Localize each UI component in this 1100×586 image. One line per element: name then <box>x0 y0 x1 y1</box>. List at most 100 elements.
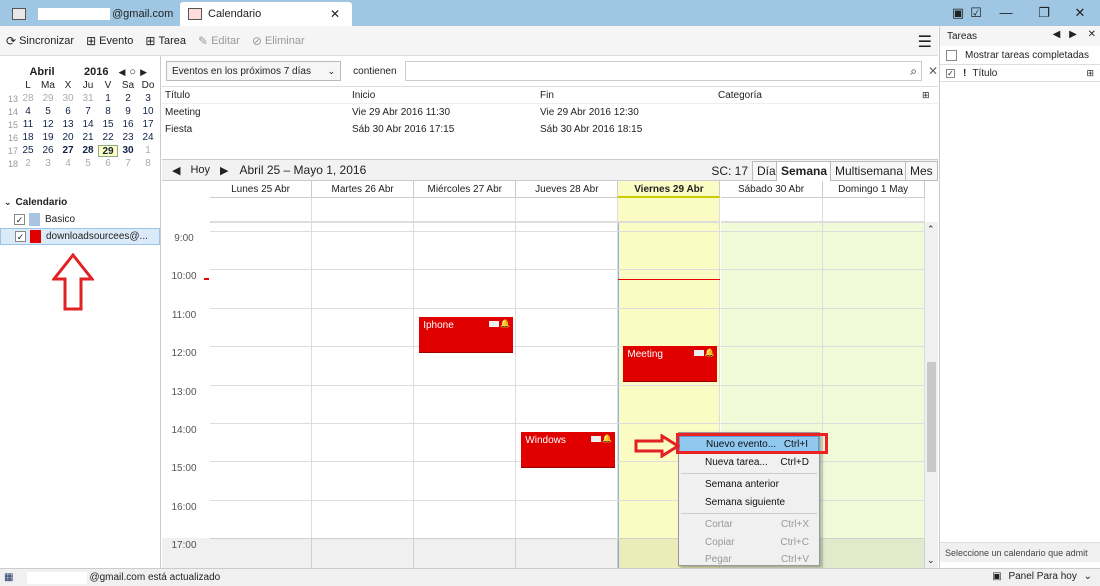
mini-calendar-day[interactable]: 6 <box>98 158 118 170</box>
new-event-button[interactable]: ⊞ Evento <box>86 34 133 48</box>
column-picker-icon[interactable]: ⊞ <box>1086 68 1094 79</box>
day-column[interactable] <box>414 223 517 568</box>
mini-calendar-day[interactable]: 7 <box>78 106 98 118</box>
mini-calendar-day[interactable]: 30 <box>118 145 138 157</box>
tab-multiweek[interactable]: Multisemana <box>830 161 909 181</box>
mini-calendar-day[interactable]: 27 <box>58 145 78 157</box>
all-day-cell[interactable] <box>618 198 721 223</box>
all-day-cell[interactable] <box>210 198 313 223</box>
mini-calendar-day[interactable]: 18 <box>18 132 38 144</box>
mini-calendar-day[interactable]: 28 <box>78 145 98 157</box>
filter-search-input[interactable]: ⌕ <box>404 61 922 81</box>
checkbox[interactable] <box>946 49 957 61</box>
mini-calendar-day[interactable]: 1 <box>98 93 118 105</box>
calendar-event[interactable]: Iphone 🔔 <box>419 317 514 353</box>
day-column[interactable] <box>822 223 925 568</box>
day-header[interactable]: Domingo 1 May <box>822 181 925 198</box>
mini-calendar-day[interactable]: 19 <box>38 132 58 144</box>
priority-icon[interactable]: ! <box>963 68 966 79</box>
menu-item[interactable]: Pegar Ctrl+V <box>679 551 819 569</box>
restore-button[interactable]: ❐ <box>1030 3 1058 23</box>
calendar-checkbox[interactable]: ✓ <box>15 231 26 242</box>
delete-button[interactable]: ⊘ Eliminar <box>252 34 305 48</box>
tab-mail[interactable]: @gmail.com <box>0 2 178 26</box>
day-header[interactable]: Viernes 29 Abr <box>618 181 721 198</box>
minimize-button[interactable]: — <box>992 3 1020 23</box>
mini-calendar-day[interactable]: 5 <box>78 158 98 170</box>
complete-column-icon[interactable]: ✓ <box>946 68 955 78</box>
mini-calendar-day[interactable]: 12 <box>38 119 58 131</box>
mini-calendar-day[interactable]: 21 <box>78 132 98 144</box>
mini-calendar-day[interactable]: 28 <box>18 93 38 105</box>
mini-calendar-day[interactable]: 23 <box>118 132 138 144</box>
menu-item[interactable]: Nueva tarea... Ctrl+D <box>679 454 819 472</box>
menu-item[interactable]: Copiar Ctrl+C <box>679 534 819 552</box>
mini-calendar-day[interactable]: 3 <box>138 93 158 105</box>
filter-range-select[interactable]: Eventos en los próximos 7 días ⌄ <box>166 61 342 81</box>
mini-calendar-day[interactable]: 2 <box>18 158 38 170</box>
close-pane-icon[interactable]: ✕ <box>1088 29 1096 40</box>
sync-button[interactable]: ⟳ Sincronizar <box>6 34 74 48</box>
today-button[interactable]: Hoy <box>190 164 210 176</box>
mini-calendar-day[interactable]: 14 <box>78 119 98 131</box>
tasks-quick-add-input[interactable]: Seleccione un calendario que admit <box>940 542 1100 562</box>
menu-item[interactable]: Semana anterior <box>679 476 819 494</box>
mini-calendar-day[interactable]: 5 <box>38 106 58 118</box>
previous-week-icon[interactable]: ◀ <box>172 164 180 177</box>
next-month-icon[interactable]: ▶ <box>140 67 147 78</box>
tab-month[interactable]: Mes <box>905 161 938 181</box>
mini-calendar-day[interactable]: 8 <box>138 158 158 170</box>
prev-icon[interactable]: ◀ <box>1053 29 1061 40</box>
day-header[interactable]: Miércoles 27 Abr <box>414 181 517 198</box>
edit-button[interactable]: ✎ Editar <box>198 34 240 48</box>
calendar-checkbox[interactable]: ✓ <box>14 214 25 225</box>
mini-calendar-day[interactable]: 7 <box>118 158 138 170</box>
day-header[interactable]: Sábado 30 Abr <box>720 181 823 198</box>
tab-week[interactable]: Semana <box>776 161 833 181</box>
day-header[interactable]: Martes 26 Abr <box>312 181 415 198</box>
mini-calendar-day[interactable]: 29 <box>98 145 118 157</box>
mini-calendar-day[interactable]: 11 <box>18 119 38 131</box>
mini-calendar-day[interactable]: 10 <box>138 106 158 118</box>
column-header-end[interactable]: Fin <box>540 90 718 101</box>
mini-calendar-day[interactable]: 15 <box>98 119 118 131</box>
calendar-event[interactable]: Windows 🔔 <box>521 432 616 469</box>
tab-calendar[interactable]: Calendario ✕ <box>180 2 352 26</box>
today-pane-toggle[interactable]: ▣ Panel Para hoy ⌄ <box>992 571 1092 582</box>
mini-calendar-day[interactable]: 4 <box>18 106 38 118</box>
day-column[interactable] <box>312 223 415 568</box>
day-column[interactable] <box>210 223 313 568</box>
all-day-cell[interactable] <box>822 198 925 223</box>
mini-calendar-day[interactable]: 13 <box>58 119 78 131</box>
scrollbar-thumb[interactable] <box>927 362 936 472</box>
new-task-button[interactable]: ⊞ Tarea <box>145 34 186 48</box>
mini-calendar-day[interactable]: 17 <box>138 119 158 131</box>
calendar-event[interactable]: Meeting 🔔 <box>623 345 718 382</box>
column-picker-icon[interactable]: ⊞ <box>922 90 930 101</box>
mini-calendar-day[interactable]: 29 <box>38 93 58 105</box>
table-row[interactable]: Meeting Vie 29 Abr 2016 11:30 Vie 29 Abr… <box>162 104 938 121</box>
menu-item[interactable]: Semana siguiente <box>679 494 819 512</box>
search-icon[interactable]: ⌕ <box>910 64 917 79</box>
mini-calendar-day[interactable]: 16 <box>118 119 138 131</box>
mini-calendar-day[interactable]: 3 <box>38 158 58 170</box>
mini-calendar-day[interactable]: 25 <box>18 145 38 157</box>
close-filter-icon[interactable]: ✕ <box>928 64 938 78</box>
mini-calendar-day[interactable]: 8 <box>98 106 118 118</box>
column-header-category[interactable]: Categoría <box>718 90 918 101</box>
hamburger-menu-icon[interactable]: ☰ <box>918 32 932 52</box>
mini-calendar-day[interactable]: 20 <box>58 132 78 144</box>
mini-calendar-day[interactable]: 22 <box>98 132 118 144</box>
close-button[interactable]: ✕ <box>1066 3 1094 23</box>
next-icon[interactable]: ▶ <box>1069 29 1077 40</box>
calendar-list-header[interactable]: ⌄ Calendario <box>0 194 160 211</box>
show-completed-tasks-checkbox[interactable]: Mostrar tareas completadas <box>940 46 1100 64</box>
all-day-cell[interactable] <box>516 198 619 223</box>
all-day-cell[interactable] <box>720 198 823 223</box>
scroll-up-icon[interactable]: ⌃ <box>927 224 935 235</box>
mini-calendar-day[interactable]: 1 <box>138 145 158 157</box>
next-week-icon[interactable]: ▶ <box>220 164 228 177</box>
close-tab-icon[interactable]: ✕ <box>330 7 340 21</box>
mini-calendar-day[interactable]: 31 <box>78 93 98 105</box>
mini-calendar-day[interactable]: 30 <box>58 93 78 105</box>
